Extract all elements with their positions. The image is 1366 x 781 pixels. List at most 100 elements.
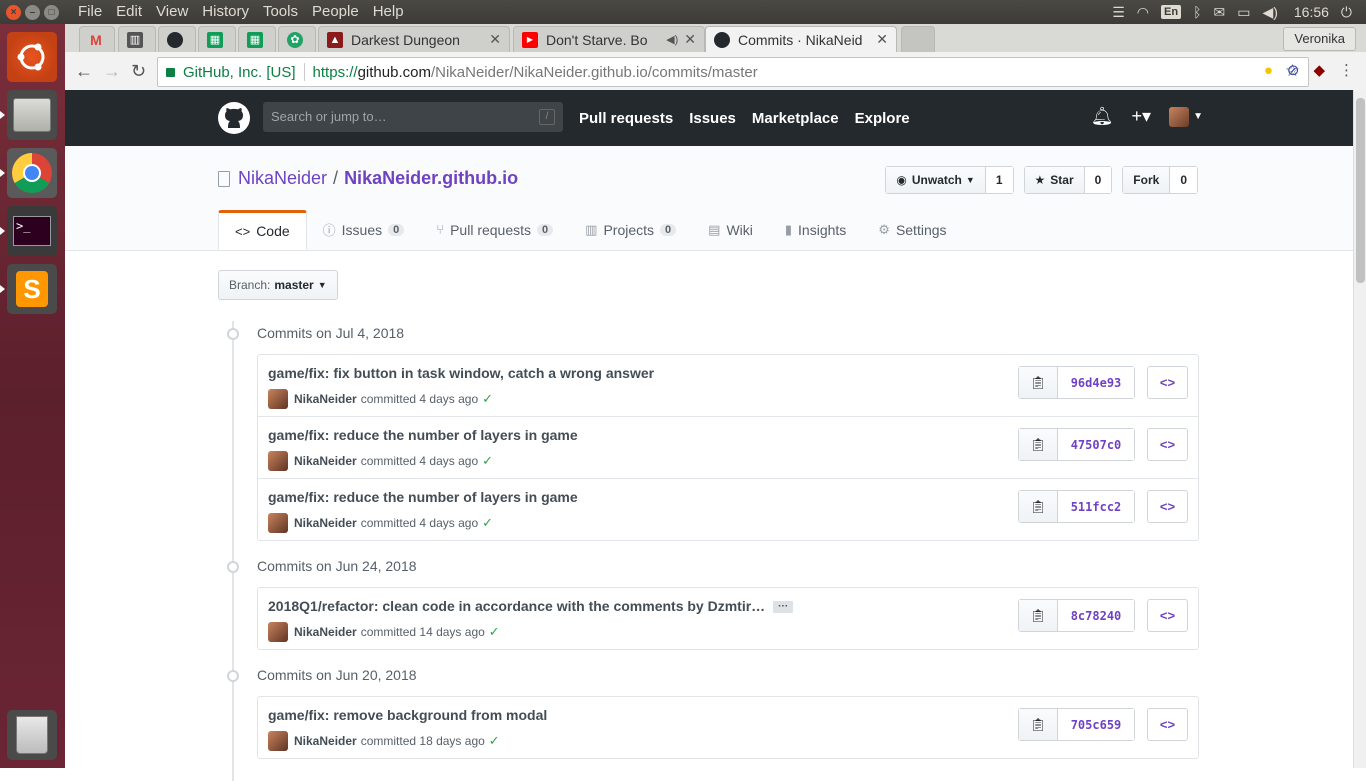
window-minimize-button[interactable]: –: [25, 4, 40, 20]
clipboard-icon[interactable]: 📋︎: [1019, 600, 1058, 631]
clipboard-icon[interactable]: 📋︎: [1019, 709, 1058, 740]
commit-message-link[interactable]: game/fix: fix button in task window, cat…: [268, 365, 654, 381]
commit-author-link[interactable]: NikaNeider: [294, 392, 357, 406]
create-new-plus-icon[interactable]: +▾: [1132, 106, 1152, 127]
address-bar[interactable]: GitHub, Inc. [US] https://github.com/Nik…: [157, 57, 1309, 87]
tab-issues[interactable]: ⓘ Issues 0: [307, 210, 421, 249]
tab-close-icon[interactable]: ✕: [684, 31, 696, 48]
sublime-launcher[interactable]: S: [0, 264, 57, 314]
tab-code[interactable]: <> Code: [218, 210, 307, 250]
audio-playing-icon[interactable]: ◀): [666, 33, 678, 46]
tab-pull-requests[interactable]: ⑂ Pull requests 0: [420, 210, 569, 249]
repo-owner-link[interactable]: NikaNeider: [238, 168, 327, 189]
nav-explore[interactable]: Explore: [855, 110, 910, 127]
terminal-launcher[interactable]: >_: [0, 206, 57, 256]
browse-code-button[interactable]: <>: [1147, 599, 1188, 632]
commit-message-link[interactable]: game/fix: reduce the number of layers in…: [268, 427, 578, 443]
sort-icon[interactable]: ☰: [1112, 4, 1125, 21]
commit-author-link[interactable]: NikaNeider: [294, 734, 357, 748]
commit-message-link[interactable]: 2018Q1/refactor: clean code in accordanc…: [268, 598, 765, 614]
nav-marketplace[interactable]: Marketplace: [752, 110, 839, 127]
page-scrollbar[interactable]: [1353, 90, 1366, 768]
expand-message-button[interactable]: ···: [773, 601, 794, 614]
menu-tools[interactable]: Tools: [256, 0, 305, 24]
menu-people[interactable]: People: [305, 0, 366, 24]
avatar[interactable]: [268, 451, 288, 471]
clipboard-icon[interactable]: 📋︎: [1019, 429, 1058, 460]
commit-sha-link[interactable]: 47507c0: [1058, 429, 1134, 460]
notification-bell-icon[interactable]: 🔔︎: [1091, 106, 1114, 127]
commit-sha-link[interactable]: 511fcc2: [1058, 491, 1134, 522]
commit-author-link[interactable]: NikaNeider: [294, 454, 357, 468]
clipboard-icon[interactable]: 📋︎: [1019, 491, 1058, 522]
tab-youtube[interactable]: ▶ Don't Starve. Bo ◀) ✕: [513, 26, 705, 52]
search-input[interactable]: Search or jump to… /: [263, 102, 563, 132]
branch-select-button[interactable]: Branch: master ▼: [218, 270, 338, 300]
commit-author-link[interactable]: NikaNeider: [294, 516, 357, 530]
github-logo-icon[interactable]: [218, 102, 250, 134]
tab-github[interactable]: [158, 26, 196, 52]
wifi-icon[interactable]: ◠: [1137, 4, 1149, 21]
tab-darkest-dungeon[interactable]: ▲ Darkest Dungeon ✕: [318, 26, 510, 52]
tab-wiki[interactable]: ▤ Wiki: [692, 210, 769, 249]
tab-app[interactable]: ✿: [278, 26, 316, 52]
tab-sheets-2[interactable]: ▦: [238, 26, 276, 52]
reload-icon[interactable]: ↻: [131, 61, 146, 82]
menu-history[interactable]: History: [195, 0, 256, 24]
browse-code-button[interactable]: <>: [1147, 428, 1188, 461]
clipboard-icon[interactable]: 📋︎: [1019, 367, 1058, 398]
avatar[interactable]: [268, 622, 288, 642]
menu-view[interactable]: View: [149, 0, 195, 24]
commit-message-link[interactable]: game/fix: reduce the number of layers in…: [268, 489, 578, 505]
tab-settings[interactable]: ⚙ Settings: [862, 210, 962, 249]
repo-name-link[interactable]: NikaNeider.github.io: [344, 168, 518, 189]
menu-file[interactable]: File: [71, 0, 109, 24]
forward-arrow-icon[interactable]: →: [103, 61, 121, 82]
menu-edit[interactable]: Edit: [109, 0, 149, 24]
more-vertical-icon[interactable]: ⋮: [1339, 61, 1354, 79]
tab-commits[interactable]: Commits · NikaNeid ✕: [705, 26, 897, 52]
tab-insights[interactable]: ▮ Insights: [769, 210, 862, 249]
new-tab-button[interactable]: [901, 26, 935, 52]
commit-sha-link[interactable]: 96d4e93: [1058, 367, 1134, 398]
commit-sha-link[interactable]: 705c659: [1058, 709, 1134, 740]
block-extension-icon[interactable]: ⊘: [1287, 61, 1300, 79]
bulb-extension-icon[interactable]: ●: [1264, 62, 1273, 79]
unwatch-button[interactable]: ◉ Unwatch ▼: [886, 167, 985, 193]
power-icon[interactable]: ⏻: [1341, 4, 1352, 21]
tab-gmail[interactable]: M: [79, 26, 115, 52]
tab-sheets-1[interactable]: ▦: [198, 26, 236, 52]
trash-launcher[interactable]: [7, 710, 57, 760]
nav-issues[interactable]: Issues: [689, 110, 736, 127]
ubuntu-dash-button[interactable]: [7, 32, 57, 82]
check-icon[interactable]: ✓: [482, 453, 493, 469]
commit-author-link[interactable]: NikaNeider: [294, 625, 357, 639]
bluetooth-icon[interactable]: ᛒ: [1193, 4, 1201, 20]
tab-close-icon[interactable]: ✕: [489, 31, 501, 48]
star-count[interactable]: 0: [1083, 167, 1112, 193]
clock[interactable]: 16:56: [1294, 4, 1329, 20]
window-maximize-button[interactable]: □: [44, 4, 59, 20]
check-icon[interactable]: ✓: [489, 624, 500, 640]
avatar[interactable]: [268, 731, 288, 751]
fork-button[interactable]: Fork: [1123, 167, 1170, 193]
browse-code-button[interactable]: <>: [1147, 708, 1188, 741]
commit-sha-link[interactable]: 8c78240: [1058, 600, 1134, 631]
check-icon[interactable]: ✓: [489, 733, 500, 749]
mail-icon[interactable]: ✉: [1213, 4, 1225, 21]
watch-count[interactable]: 1: [984, 167, 1013, 193]
menu-help[interactable]: Help: [366, 0, 411, 24]
nav-pull-requests[interactable]: Pull requests: [579, 110, 673, 127]
user-menu[interactable]: ▼: [1169, 106, 1203, 127]
profile-button[interactable]: Veronika: [1283, 27, 1356, 51]
browse-code-button[interactable]: <>: [1147, 366, 1188, 399]
window-close-button[interactable]: ×: [6, 4, 21, 20]
back-arrow-icon[interactable]: ←: [75, 61, 93, 82]
battery-icon[interactable]: ▭: [1237, 4, 1250, 21]
tab-trello[interactable]: ▥: [118, 26, 156, 52]
ublock-extension-icon[interactable]: ◆: [1313, 61, 1325, 79]
avatar[interactable]: [268, 513, 288, 533]
files-launcher[interactable]: [0, 90, 57, 140]
keyboard-layout-indicator[interactable]: En: [1161, 5, 1182, 19]
check-icon[interactable]: ✓: [482, 515, 493, 531]
